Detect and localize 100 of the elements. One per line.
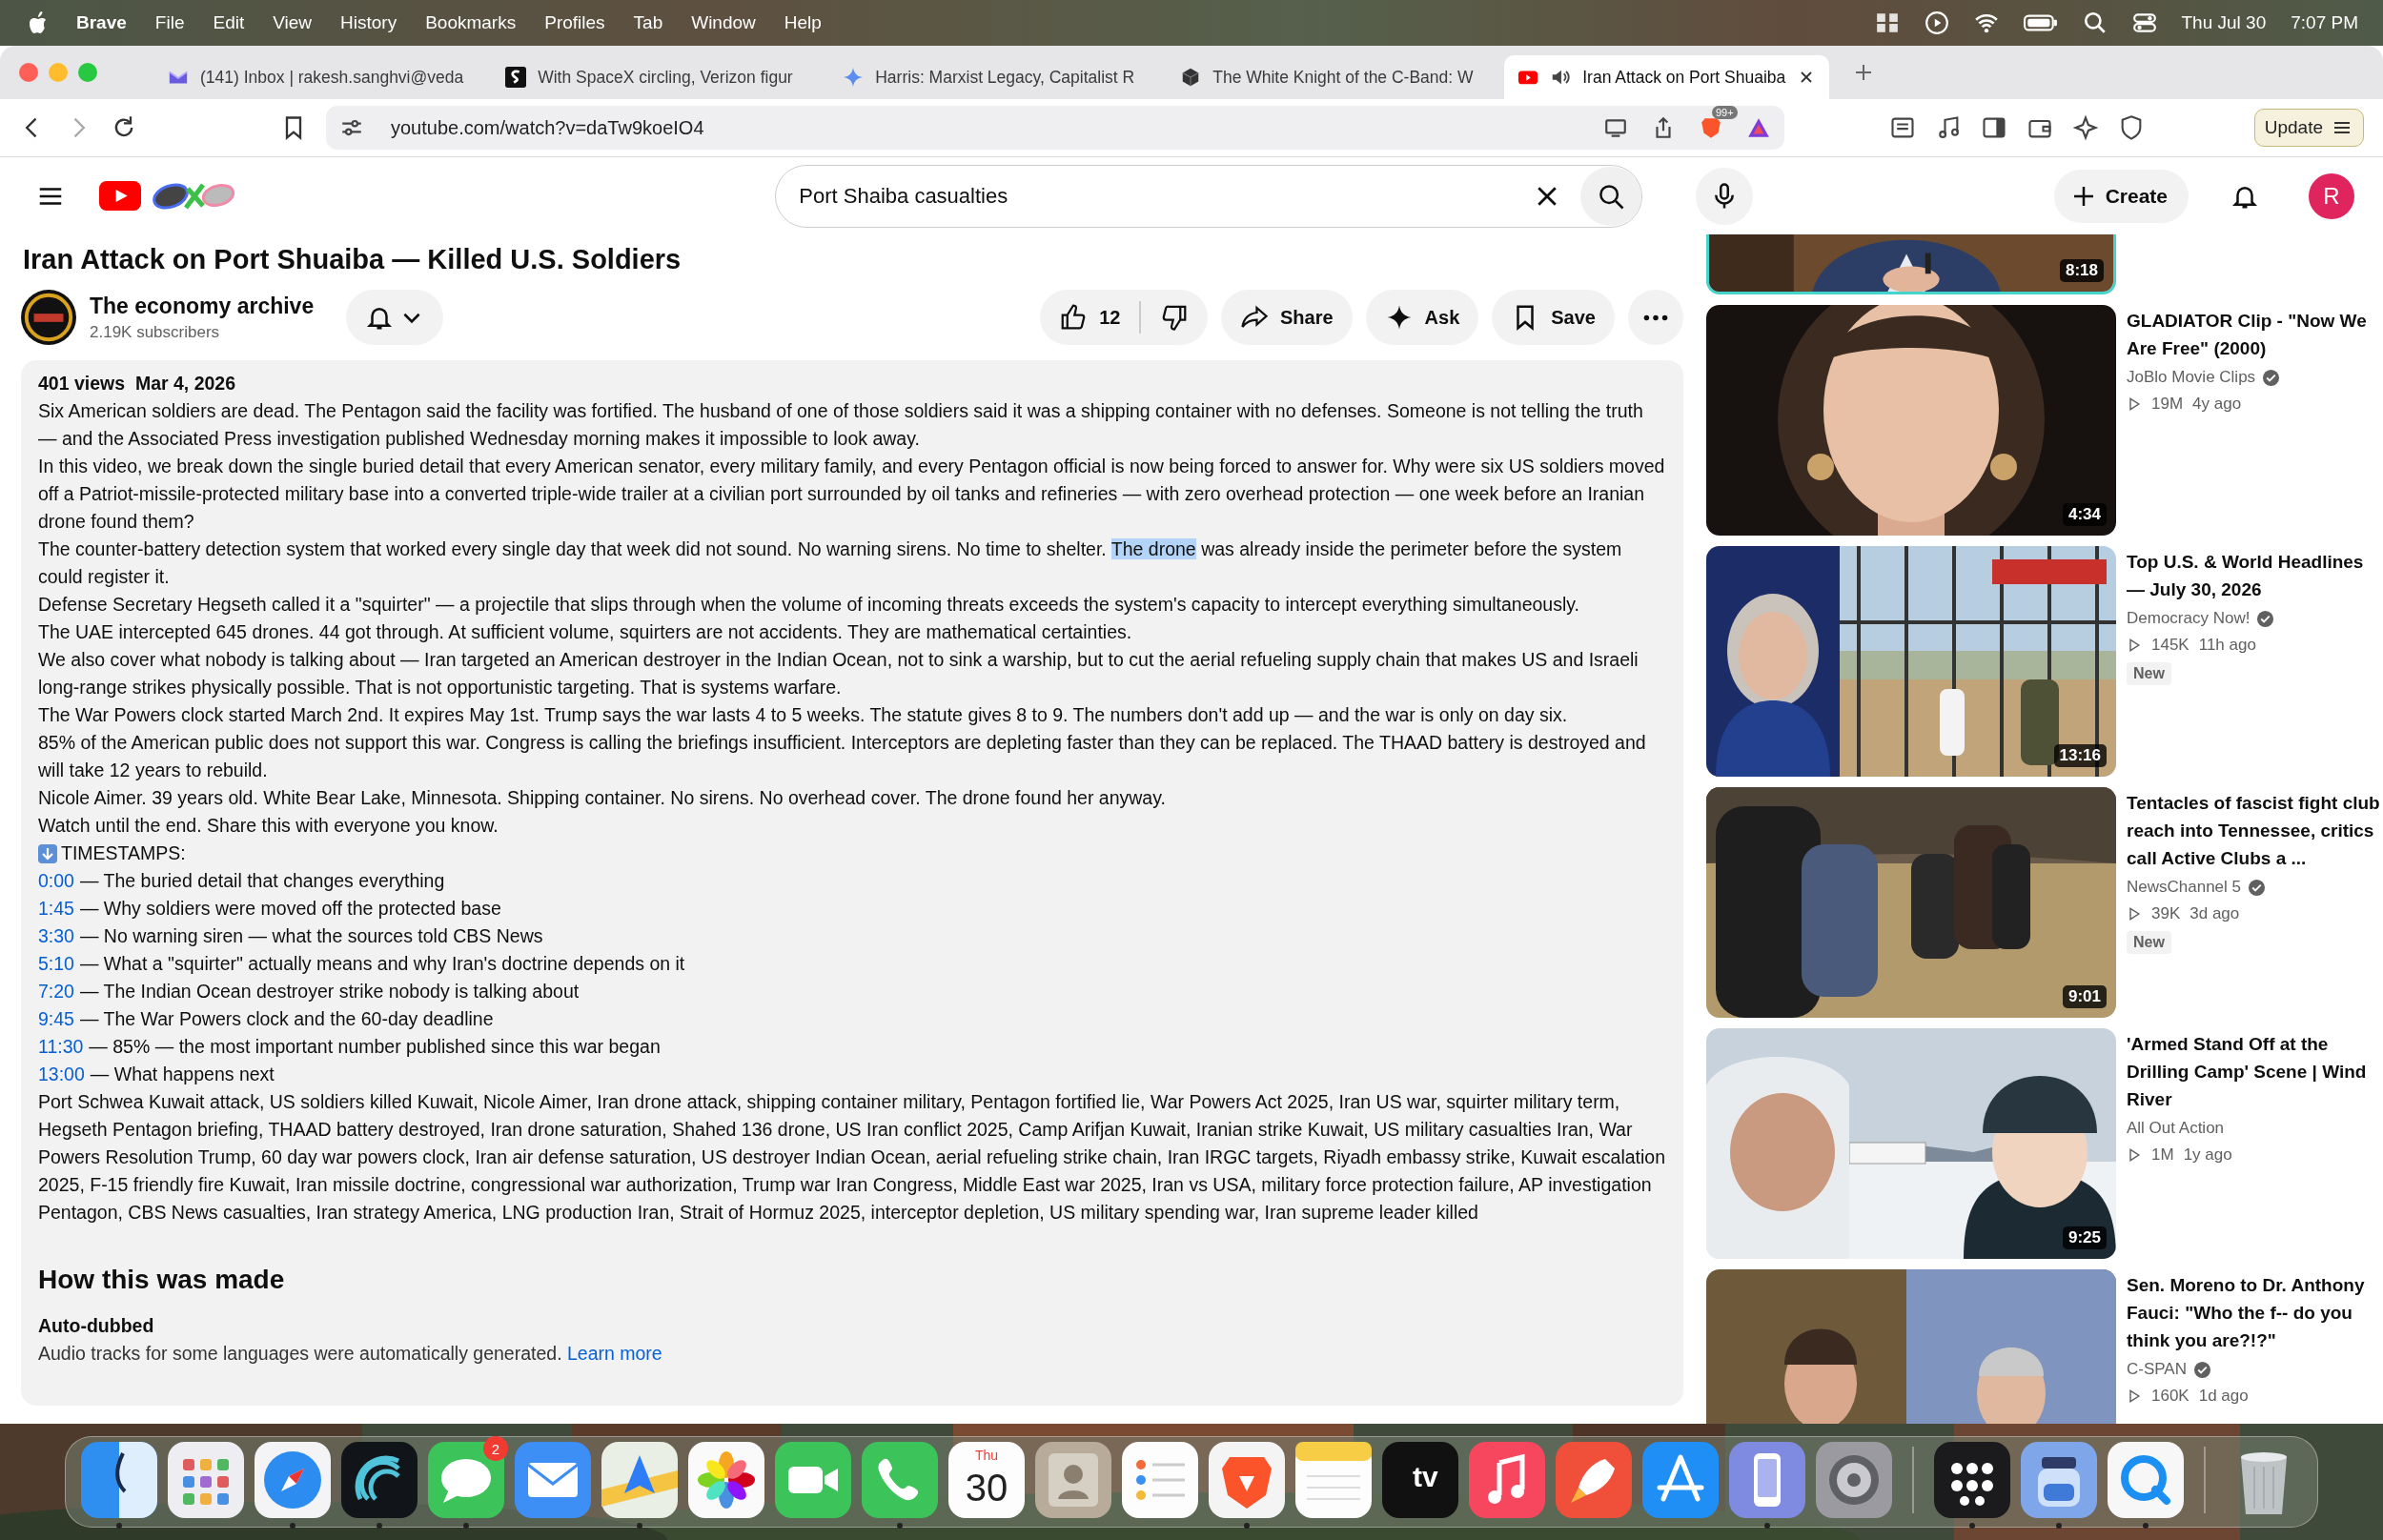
contacts-icon[interactable] — [1035, 1442, 1111, 1518]
envelope-icon[interactable] — [515, 1442, 591, 1518]
rocket-icon[interactable] — [1556, 1442, 1632, 1518]
update-button[interactable]: Update — [2253, 109, 2364, 147]
timestamp-link[interactable]: 11:30 — [38, 1033, 84, 1061]
app-grid-icon[interactable] — [168, 1442, 244, 1518]
channel-avatar[interactable] — [21, 290, 76, 345]
share-button[interactable]: Share — [1221, 290, 1353, 345]
video-title[interactable]: Sen. Moreno to Dr. Anthony Fauci: "Who the f-- do you think you are?!?" — [2127, 1271, 2380, 1354]
menu-item[interactable]: Edit — [213, 12, 245, 33]
down-arrow-icon — [38, 843, 57, 863]
menu-item[interactable]: File — [154, 12, 185, 33]
jar-icon[interactable] — [2021, 1442, 2097, 1518]
thumbs-down-icon — [1160, 303, 1189, 332]
control-center-icon[interactable] — [2131, 10, 2157, 35]
view-count: 39K — [2151, 903, 2181, 924]
ask-button[interactable]: Ask — [1365, 290, 1479, 345]
chat-bubble-icon[interactable] — [428, 1442, 504, 1518]
app-store-icon[interactable] — [1642, 1442, 1719, 1518]
browser-tab[interactable]: (141) Inbox | rakesh.sanghvi@veda — [154, 55, 478, 99]
channel-name[interactable]: Democracy Now! — [2127, 605, 2251, 632]
create-button[interactable]: Create — [2053, 169, 2189, 223]
browser-tab[interactable]: Iran Attack on Port Shuaiba — [1504, 55, 1830, 99]
search-icon[interactable] — [2082, 10, 2108, 35]
description-paragraph: Six American soldiers are dead. The Pentagon said the facility was fortified. The husband of one of those soldiers said it was a shipping container with no defenses. Someone is not telling the truth — and the Associated Press investigation published Wednesday morning makes it impossible to look away. — [38, 399, 1644, 451]
dots-grid-icon[interactable] — [1934, 1442, 2010, 1518]
menu-bar-time[interactable]: 7:07 PM — [2291, 12, 2358, 33]
timestamp-link[interactable]: 7:20 — [38, 978, 74, 1005]
play-logo-icon[interactable] — [99, 181, 141, 211]
app-menu[interactable]: Brave — [76, 12, 127, 33]
account-avatar[interactable]: R — [2309, 172, 2354, 219]
upload-age: 1y ago — [2183, 1145, 2232, 1165]
menu-item[interactable]: Profiles — [544, 12, 605, 33]
tv-icon[interactable] — [1382, 1442, 1458, 1518]
wave-icon[interactable] — [341, 1442, 418, 1518]
browser-tab[interactable]: The White Knight of the C-Band: W — [1167, 55, 1490, 99]
map-icon[interactable] — [601, 1442, 678, 1518]
magnifier-icon[interactable] — [2108, 1442, 2184, 1518]
video-duration: 9:25 — [2062, 1226, 2107, 1249]
menu-item[interactable]: Tab — [633, 12, 663, 33]
description-paragraph: Defense Secretary Hegseth called it a "squirter" — a projectile that slips through when the volume of incoming threats exceeds the system's capacity to intercept everything simultaneously. — [38, 593, 1580, 617]
tiles-icon[interactable] — [1874, 10, 1900, 35]
phone-mirroring-icon[interactable] — [1729, 1442, 1805, 1518]
flower-icon[interactable] — [688, 1442, 764, 1518]
calendar-icon[interactable] — [948, 1442, 1025, 1518]
channel-name[interactable]: C-SPAN — [2127, 1356, 2187, 1383]
auto-dub-title: Auto-dubbed — [38, 1314, 155, 1338]
timestamp-link[interactable]: 1:45 — [38, 895, 74, 922]
list-icon[interactable] — [1122, 1442, 1198, 1518]
menu-item[interactable]: View — [273, 12, 313, 33]
chapter-title: — 85% — the most important number published since this war began — [89, 1035, 661, 1059]
menu-item[interactable]: History — [340, 12, 397, 33]
section-heading: How this was made — [38, 1264, 286, 1296]
tab-title: (141) Inbox | rakesh.sanghvi@veda — [200, 67, 464, 88]
description-paragraph: The counter-battery detection system that worked every single day that week did not sound. No warning sirens. No time to shelter. The drone was already inside the perimeter before the system could register it. — [38, 537, 1623, 589]
finder-icon[interactable] — [81, 1442, 157, 1518]
save-button[interactable]: Save — [1492, 290, 1615, 345]
channel-name[interactable]: JoBlo Movie Clips — [2127, 364, 2256, 391]
gear-icon[interactable] — [1816, 1442, 1892, 1518]
play-icon — [2127, 906, 2142, 922]
menu-item[interactable]: Help — [784, 12, 822, 33]
timestamp-link[interactable]: 0:00 — [38, 867, 74, 895]
phone-icon[interactable] — [862, 1442, 938, 1518]
menu-bar-date[interactable]: Thu Jul 30 — [2181, 12, 2267, 33]
channel-name[interactable]: NewsChannel 5 — [2127, 874, 2241, 901]
address-field[interactable]: youtube.com/watch?v=daTw9koeIO4 99+ — [326, 106, 1784, 150]
tab-title: Harris: Marxist Legacy, Capitalist R — [875, 67, 1135, 88]
menu-item[interactable]: Bookmarks — [425, 12, 517, 33]
channel-name[interactable]: All Out Action — [2127, 1115, 2225, 1142]
view-count: 160K — [2151, 1386, 2190, 1407]
sparkle-icon[interactable] — [2072, 114, 2099, 141]
search-field[interactable]: Port Shaiba casualties — [775, 164, 1643, 228]
music-note-icon[interactable] — [1469, 1442, 1545, 1518]
chapter-title: — Why soldiers were moved off the protected base — [79, 897, 501, 921]
timestamp-link[interactable]: 9:45 — [38, 1005, 74, 1033]
timestamp-link[interactable]: 3:30 — [38, 922, 74, 950]
channel-name[interactable]: The economy archive — [90, 293, 315, 319]
description-paragraph: The War Powers clock started March 2nd. It expires May 1st. Trump says the war lasts 4 to 5 weeks. The statute gives 8 to 9. The numbers don't add up — and the war is only on day six. — [38, 703, 1569, 727]
video-camera-icon[interactable] — [775, 1442, 851, 1518]
video-title[interactable]: Top U.S. & World Headlines — July 30, 2026 — [2127, 548, 2380, 603]
play-circle-icon[interactable] — [1924, 10, 1949, 35]
logo-icon — [505, 67, 527, 88]
apple-logo-icon[interactable] — [29, 11, 48, 34]
browser-tab[interactable]: Harris: Marxist Legacy, Capitalist R — [829, 55, 1152, 99]
compass-icon[interactable] — [255, 1442, 331, 1518]
video-title[interactable]: Tentacles of fascist fight club reach into Tennessee, critics call Active Clubs a ... — [2127, 789, 2380, 872]
upload-age: 1d ago — [2198, 1386, 2249, 1407]
menu-item[interactable]: Window — [691, 12, 756, 33]
notes-icon[interactable] — [1295, 1442, 1372, 1518]
chapter-title: — The Indian Ocean destroyer strike nobody is talking about — [79, 980, 580, 1003]
video-title[interactable]: 'Armed Stand Off at the Drilling Camp' Scene | Wind River — [2127, 1030, 2380, 1113]
play-icon — [2127, 1388, 2142, 1404]
description-paragraph: Watch until the end. Share this with everyone you know. — [38, 814, 499, 838]
lion-shield-icon[interactable] — [1699, 115, 1723, 140]
lion-icon[interactable] — [1209, 1442, 1285, 1518]
learn-more-link[interactable]: Learn more — [567, 1343, 662, 1364]
browser-tab[interactable]: With SpaceX circling, Verizon figur — [492, 55, 815, 99]
video-title[interactable]: GLADIATOR Clip - "Now We Are Free" (2000) — [2127, 307, 2380, 362]
timestamp-link[interactable]: 5:10 — [38, 950, 74, 978]
timestamp-link[interactable]: 13:00 — [38, 1061, 85, 1088]
